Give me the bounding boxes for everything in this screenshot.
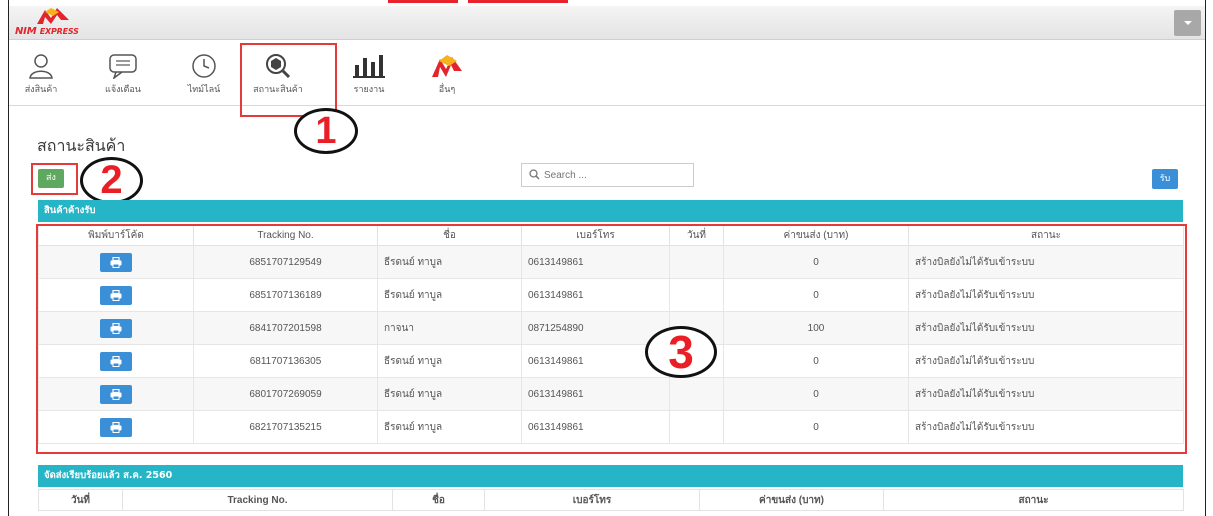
receive-button[interactable]: รับ xyxy=(1152,169,1178,189)
column-header: Tracking No. xyxy=(122,489,393,511)
nim-logo-icon xyxy=(37,8,69,24)
search-icon xyxy=(529,169,540,180)
toolbar-timeline[interactable]: ไทม์ไลน์ xyxy=(172,45,236,101)
toolbar-label: ไทม์ไลน์ xyxy=(187,85,221,95)
toolbar-label: ส่งสินค้า xyxy=(24,85,58,95)
toolbar-label: รายงาน xyxy=(353,85,385,95)
toolbar-others[interactable]: อื่นๆ xyxy=(415,45,479,101)
send-button[interactable]: ส่ง xyxy=(38,169,64,188)
main-toolbar: ส่งสินค้า แจ้งเตือน ไทม์ไลน์ สถานะสินค้า… xyxy=(9,41,1205,106)
user-icon xyxy=(29,54,53,79)
column-header: เบอร์โทร xyxy=(484,489,700,511)
message-icon xyxy=(109,54,137,79)
column-header: วันที่ xyxy=(38,489,123,511)
toolbar-report[interactable]: รายงาน xyxy=(337,45,401,101)
column-header: สถานะ xyxy=(883,489,1184,511)
pending-table-header: สินค้าค้างรับ xyxy=(38,200,1183,222)
delivered-table-header: จัดส่งเรียบร้อยแล้ว ส.ค. 2560 xyxy=(38,465,1183,487)
annotation-number-3: 3 xyxy=(645,326,717,378)
search-input[interactable] xyxy=(544,167,684,183)
delivered-table: วันที่ Tracking No. ชื่อ เบอร์โทร ค่าขนส… xyxy=(38,489,1184,511)
annotation-highlight-pending-table xyxy=(36,224,1187,454)
bar-chart-icon xyxy=(353,55,385,78)
page-title: สถานะสินค้า xyxy=(37,136,126,155)
annotation-number-2: 2 xyxy=(80,157,143,204)
toolbar-notifications[interactable]: แจ้งเตือน xyxy=(91,45,155,101)
table-header-row: วันที่ Tracking No. ชื่อ เบอร์โทร ค่าขนส… xyxy=(38,489,1184,511)
toolbar-label: แจ้งเตือน xyxy=(105,85,141,95)
toolbar-send-goods[interactable]: ส่งสินค้า xyxy=(9,45,73,101)
column-header: ค่าขนส่ง (บาท) xyxy=(699,489,884,511)
annotation-number-1: 1 xyxy=(294,108,358,154)
nim-logo-icon xyxy=(432,55,462,77)
user-menu-dropdown-button[interactable] xyxy=(1174,10,1201,36)
column-header: ชื่อ xyxy=(392,489,485,511)
search-box xyxy=(521,163,694,187)
screenshot-stage: NIM EXPRESS ส่งสินค้า แจ้งเตือน ไทม์ไลน์… xyxy=(0,0,1213,516)
logo-text: NIM EXPRESS xyxy=(15,26,79,37)
clock-icon xyxy=(192,54,216,78)
annotation-highlight-status-tab xyxy=(240,43,337,117)
app-header: NIM EXPRESS xyxy=(9,6,1205,40)
frame-right-line xyxy=(1205,0,1206,516)
toolbar-label: อื่นๆ xyxy=(438,85,456,95)
nim-express-logo[interactable]: NIM EXPRESS xyxy=(13,6,105,40)
